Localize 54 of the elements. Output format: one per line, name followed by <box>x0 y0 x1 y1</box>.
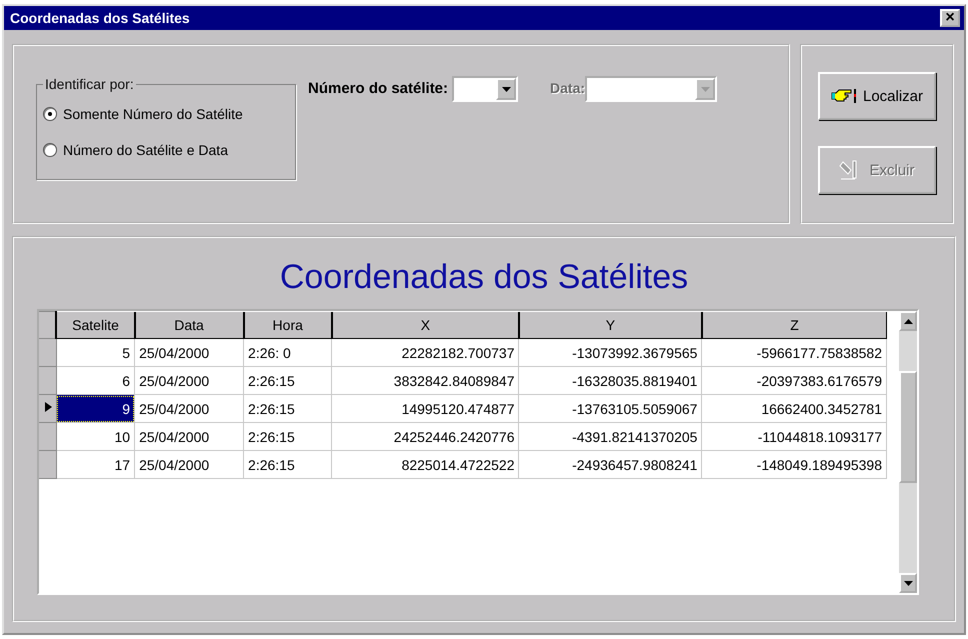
table-cell: 14995120.474877 <box>332 394 519 422</box>
column-header[interactable]: Y <box>518 312 702 338</box>
table-cell: 25/04/2000 <box>134 394 244 422</box>
window-title: Coordenadas dos Satélites <box>10 10 190 26</box>
radio-option[interactable]: Número do Satélite e Data <box>43 142 228 158</box>
action-button[interactable]: Localizar <box>818 72 936 120</box>
down-arrow-icon <box>502 86 511 92</box>
table-cell: 2:26:15 <box>244 450 332 478</box>
table-cell: 24252446.2420776 <box>332 422 519 450</box>
table-cell: -5966177.75838582 <box>702 338 886 366</box>
table-cell: 5 <box>56 338 135 366</box>
table-cell: 17 <box>56 450 135 478</box>
table-cell: -13073992.3679565 <box>518 338 702 366</box>
table-cell: 25/04/2000 <box>134 338 244 366</box>
table-cell: 10 <box>56 422 135 450</box>
column-header[interactable]: X <box>332 312 519 338</box>
down-arrow-icon <box>904 580 912 586</box>
down-arrow-icon <box>700 86 710 92</box>
table-cell: 2:26:15 <box>244 422 332 450</box>
column-header[interactable]: Data <box>134 312 244 338</box>
table-cell: -148049.189495398 <box>702 450 886 478</box>
satellite-dropdown[interactable] <box>452 76 518 102</box>
table-cell: -13763105.5059067 <box>518 394 702 422</box>
table-cell: 2:26: 0 <box>244 338 332 366</box>
row-header <box>39 312 56 338</box>
table-cell: 9 <box>56 394 135 422</box>
date-dropdown[interactable] <box>585 76 718 102</box>
table-cell: 16662400.3452781 <box>702 394 886 422</box>
table-cell: 8225014.4722522 <box>332 450 519 478</box>
table-cell: 22282182.700737 <box>332 338 519 366</box>
table-title: Coordenadas dos Satélites <box>280 258 688 297</box>
table-cell: -20397383.6176579 <box>702 366 886 394</box>
group-legend: Identificar por: <box>43 76 136 92</box>
up-arrow-icon <box>904 318 912 324</box>
pointing-hand-icon <box>830 88 857 104</box>
column-header[interactable]: Satelite <box>56 312 135 338</box>
table-cell: 2:26:15 <box>244 366 332 394</box>
table-cell: -24936457.9808241 <box>518 450 702 478</box>
field-label: Data: <box>550 80 586 96</box>
column-header[interactable]: Hora <box>244 312 332 338</box>
table-cell: 2:26:15 <box>244 394 332 422</box>
table-cell: 25/04/2000 <box>134 366 244 394</box>
table-cell: -4391.82141370205 <box>518 422 702 450</box>
radio-option[interactable]: Somente Número do Satélite <box>43 106 243 122</box>
table-cell: -16328035.8819401 <box>518 366 702 394</box>
table-cell: 25/04/2000 <box>134 450 244 478</box>
close-button[interactable]: × <box>940 9 960 27</box>
scrollbar[interactable] <box>899 311 917 593</box>
row-selector[interactable] <box>39 394 56 422</box>
table-cell: 3832842.84089847 <box>332 366 519 394</box>
table-cell: -11044818.1093177 <box>702 422 886 450</box>
field-label: Número do satélite: <box>308 80 448 97</box>
table-cell: 25/04/2000 <box>134 422 244 450</box>
column-header[interactable]: Z <box>702 312 886 338</box>
